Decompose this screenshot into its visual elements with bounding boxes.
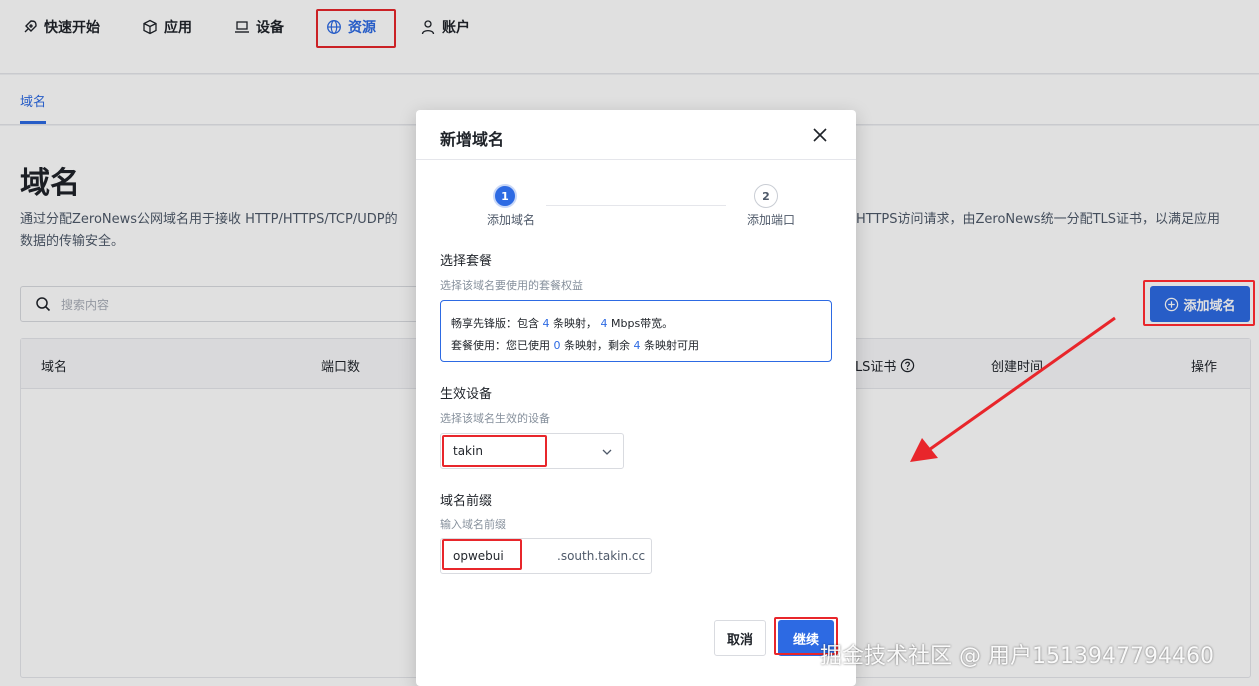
watermark: 掘金技术社区 @ 用户1513947794460	[820, 644, 1214, 669]
plan-line-2: 套餐使用：您已使用 0 条映射，剩余 4 条映射可用	[451, 335, 821, 357]
plan-section-title: 选择套餐	[440, 254, 493, 269]
step-2-label: 添加端口	[747, 213, 796, 227]
domain-suffix: .south.takin.cc	[557, 549, 646, 563]
plan-bandwidth: 4	[600, 317, 608, 330]
plan-text: 条映射，剩余	[564, 339, 630, 352]
plan-text: 条映射，	[553, 317, 597, 330]
plan-text: Mbps带宽。	[611, 317, 674, 330]
step-2-indicator: 2	[754, 184, 778, 208]
plan-used-count: 0	[553, 339, 561, 352]
plan-text: 套餐使用：您已使用	[451, 339, 550, 352]
dialog-title: 新增域名	[440, 130, 505, 149]
plan-remaining-count: 4	[633, 339, 641, 352]
plan-mapping-count: 4	[542, 317, 550, 330]
step-1-indicator: 1	[493, 184, 517, 208]
plan-text: 畅享先锋版：包含	[451, 317, 539, 330]
plan-option[interactable]: 畅享先锋版：包含 4 条映射， 4 Mbps带宽。 套餐使用：您已使用 0 条映…	[440, 300, 832, 362]
step-connector	[546, 205, 726, 206]
cancel-button[interactable]: 取消	[714, 620, 766, 656]
device-select-value: takin	[453, 444, 483, 458]
annotation-arrow	[910, 316, 1116, 462]
add-domain-dialog: 新增域名 1 2 添加域名 添加端口 选择套餐 选择该域名要使用的套餐权益 畅享…	[416, 110, 856, 686]
domain-prefix-input[interactable]: opwebui .south.takin.cc	[440, 538, 652, 574]
step-1-label: 添加域名	[487, 213, 536, 227]
dialog-header: 新增域名	[416, 110, 856, 160]
plan-section-subtitle: 选择该域名要使用的套餐权益	[440, 279, 583, 292]
prefix-section-title: 域名前缀	[440, 494, 493, 509]
device-section-subtitle: 选择该域名生效的设备	[440, 412, 550, 425]
plan-text: 条映射可用	[644, 339, 699, 352]
chevron-down-icon	[602, 449, 612, 455]
device-section-title: 生效设备	[440, 387, 493, 402]
device-select[interactable]: takin	[440, 433, 624, 469]
close-icon[interactable]	[810, 125, 830, 145]
plan-line-1: 畅享先锋版：包含 4 条映射， 4 Mbps带宽。	[451, 313, 821, 335]
prefix-section-subtitle: 输入域名前缀	[440, 518, 506, 531]
domain-prefix-value: opwebui	[453, 549, 504, 563]
